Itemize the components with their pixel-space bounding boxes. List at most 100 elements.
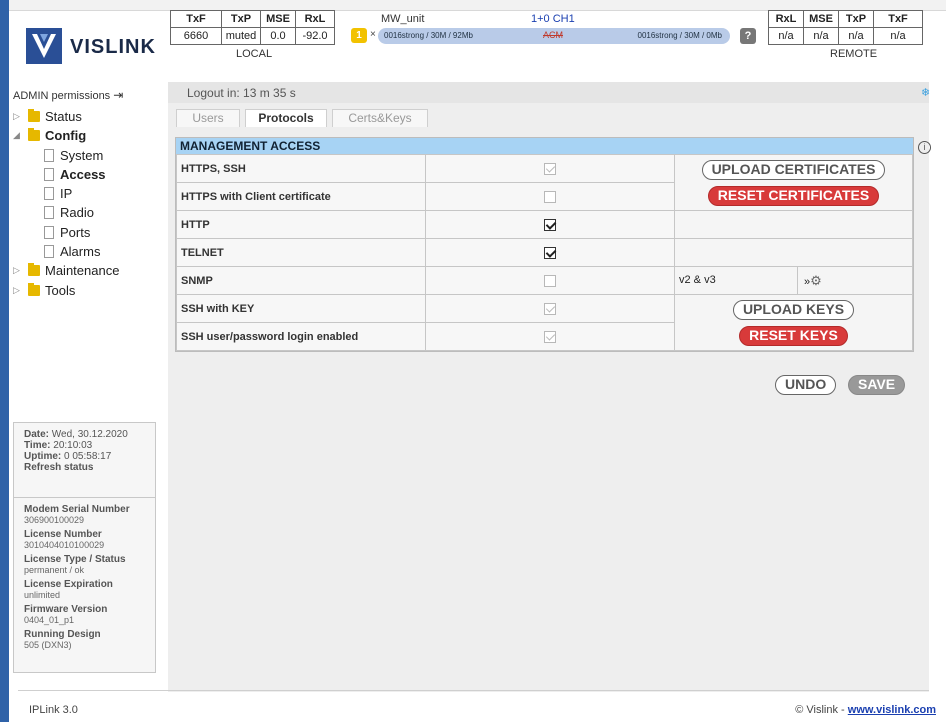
sidebar-item-label: Ports — [60, 224, 91, 240]
row-checkbox-cell — [425, 266, 675, 295]
product-version: IPLink 3.0 — [29, 704, 78, 716]
local-mse-value: 0.0 — [260, 27, 296, 45]
row-checkbox-cell — [425, 238, 675, 267]
document-icon — [44, 245, 54, 259]
remote-txp-header: TxP — [838, 10, 874, 28]
sidebar-item-ports[interactable]: Ports — [13, 223, 163, 242]
https-ssh-checkbox[interactable] — [544, 162, 556, 175]
reset-keys-button[interactable]: RESET KEYS — [739, 325, 848, 346]
tab-protocols[interactable]: Protocols — [245, 109, 327, 127]
info-icon[interactable]: i — [918, 141, 931, 154]
footer-copyright: © Vislink - www.vislink.com — [795, 704, 936, 716]
sidebar-item-radio[interactable]: Radio — [13, 203, 163, 222]
table-row: TELNET — [176, 238, 913, 267]
sidebar-item-access[interactable]: Access — [13, 165, 163, 184]
snmp-settings-cell: v2 & v3 »⚙ — [674, 266, 913, 295]
http-checkbox[interactable] — [544, 218, 556, 231]
logout-bar: Logout in: 13 m 35 s — [168, 82, 929, 103]
tab-certs-keys[interactable]: Certs&Keys — [332, 109, 428, 127]
link-status-bar[interactable]: 0016strong / 30M / 92Mb ACM 0016strong /… — [378, 28, 730, 44]
snmp-version: v2 & v3 — [675, 267, 798, 294]
sidebar-item-label: Config — [45, 128, 87, 144]
row-checkbox-cell — [425, 294, 675, 323]
local-stats-table: TxF TxP MSE RxL 6660 muted 0.0 -92.0 — [170, 10, 335, 45]
expanded-arrow-icon[interactable]: ◢ — [13, 126, 25, 145]
brand-name: VISLINK — [70, 36, 156, 58]
sidebar-item-tools[interactable]: ▷ Tools — [13, 281, 163, 300]
admin-permissions: ADMIN permissions ⇥ — [13, 88, 123, 102]
local-rxl-header: RxL — [295, 10, 335, 28]
row-name: HTTPS with Client certificate — [176, 182, 426, 211]
sidebar-item-label: System — [60, 147, 104, 163]
remote-rxl-value: n/a — [768, 27, 804, 45]
upload-keys-button[interactable]: UPLOAD KEYS — [732, 299, 855, 320]
remote-txf-header: TxF — [873, 10, 923, 28]
sidebar-item-label: Radio — [60, 205, 94, 221]
remote-label: REMOTE — [830, 48, 878, 60]
sidebar-item-ip[interactable]: IP — [13, 184, 163, 203]
upload-certificates-button[interactable]: UPLOAD CERTIFICATES — [701, 159, 886, 180]
undo-button[interactable]: UNDO — [775, 375, 837, 395]
unit-name: MW_unit — [381, 13, 425, 25]
local-rxl-value: -92.0 — [295, 27, 335, 45]
collapsed-arrow-icon[interactable]: ▷ — [13, 281, 25, 300]
vislink-website-link[interactable]: www.vislink.com — [848, 704, 936, 716]
sidebar-item-status[interactable]: ▷ Status — [13, 107, 163, 126]
sidebar-item-alarms[interactable]: Alarms — [13, 242, 163, 261]
document-icon — [44, 225, 54, 239]
collapsed-arrow-icon[interactable]: ▷ — [13, 107, 25, 126]
document-icon — [44, 167, 54, 181]
row-checkbox-cell — [425, 210, 675, 239]
logout-timer: Logout in: 13 m 35 s — [187, 86, 296, 100]
local-txf-header: TxF — [170, 10, 222, 28]
save-button-wrap: SAVE — [848, 375, 906, 395]
key-actions-cell: UPLOAD KEYS RESET KEYS — [674, 294, 913, 351]
ssh-password-checkbox[interactable] — [544, 330, 556, 343]
sidebar-item-label: Access — [60, 166, 106, 182]
remote-stats-table: RxL MSE TxP TxF n/a n/a n/a n/a — [768, 10, 923, 45]
date-value: Wed, 30.12.2020 — [51, 429, 128, 440]
folder-icon — [28, 282, 40, 296]
date-label: Date: — [24, 429, 50, 440]
footer-divider — [18, 690, 929, 691]
document-icon — [44, 187, 54, 201]
status-box: Date: Wed, 30.12.2020 Time: 20:10:03 Upt… — [13, 422, 156, 500]
row-name: TELNET — [176, 238, 426, 267]
time-label: Time: — [24, 440, 51, 451]
sidebar-item-label: Maintenance — [45, 263, 120, 279]
reset-certificates-button[interactable]: RESET CERTIFICATES — [707, 185, 880, 206]
sidebar-item-system[interactable]: System — [13, 146, 163, 165]
help-icon[interactable]: ? — [740, 28, 756, 44]
vislink-logo-icon — [26, 28, 62, 64]
ssh-key-checkbox[interactable] — [544, 302, 556, 315]
sidebar-item-label: Status — [45, 109, 82, 124]
snmp-settings-link[interactable]: »⚙ — [798, 273, 822, 289]
device-info-value: 306900100029 — [24, 515, 85, 525]
sidebar-item-maintenance[interactable]: ▷ Maintenance — [13, 261, 163, 280]
device-info-label: License Expiration — [24, 579, 113, 590]
logout-icon[interactable]: ⇥ — [113, 88, 123, 102]
device-info-label: Firmware Version — [24, 604, 108, 615]
section-title: MANAGEMENT ACCESS — [176, 138, 913, 154]
gear-icon[interactable]: ⚙ — [810, 273, 822, 288]
cert-actions-cell: UPLOAD CERTIFICATES RESET CERTIFICATES — [674, 154, 913, 211]
https-client-cert-checkbox[interactable] — [544, 190, 556, 203]
remote-mse-value: n/a — [803, 27, 839, 45]
refresh-status-link[interactable]: Refresh status — [24, 462, 155, 473]
device-info-label: Modem Serial Number — [24, 504, 130, 515]
link-count-badge[interactable]: 1 — [351, 28, 367, 43]
snmp-checkbox[interactable] — [544, 274, 556, 287]
tab-users[interactable]: Users — [176, 109, 240, 127]
folder-icon — [28, 128, 40, 142]
refresh-icon[interactable]: ❄ — [921, 86, 930, 99]
sidebar-item-config[interactable]: ◢ Config — [13, 126, 163, 145]
collapsed-arrow-icon[interactable]: ▷ — [13, 261, 25, 280]
save-button[interactable]: SAVE — [848, 375, 906, 395]
folder-icon — [28, 109, 40, 122]
local-txf-value: 6660 — [170, 27, 222, 45]
device-info-label: License Number — [24, 529, 102, 540]
local-label: LOCAL — [236, 48, 273, 60]
device-info-value: unlimited — [24, 590, 61, 600]
telnet-checkbox[interactable] — [544, 246, 556, 259]
row-checkbox-cell — [425, 182, 675, 211]
